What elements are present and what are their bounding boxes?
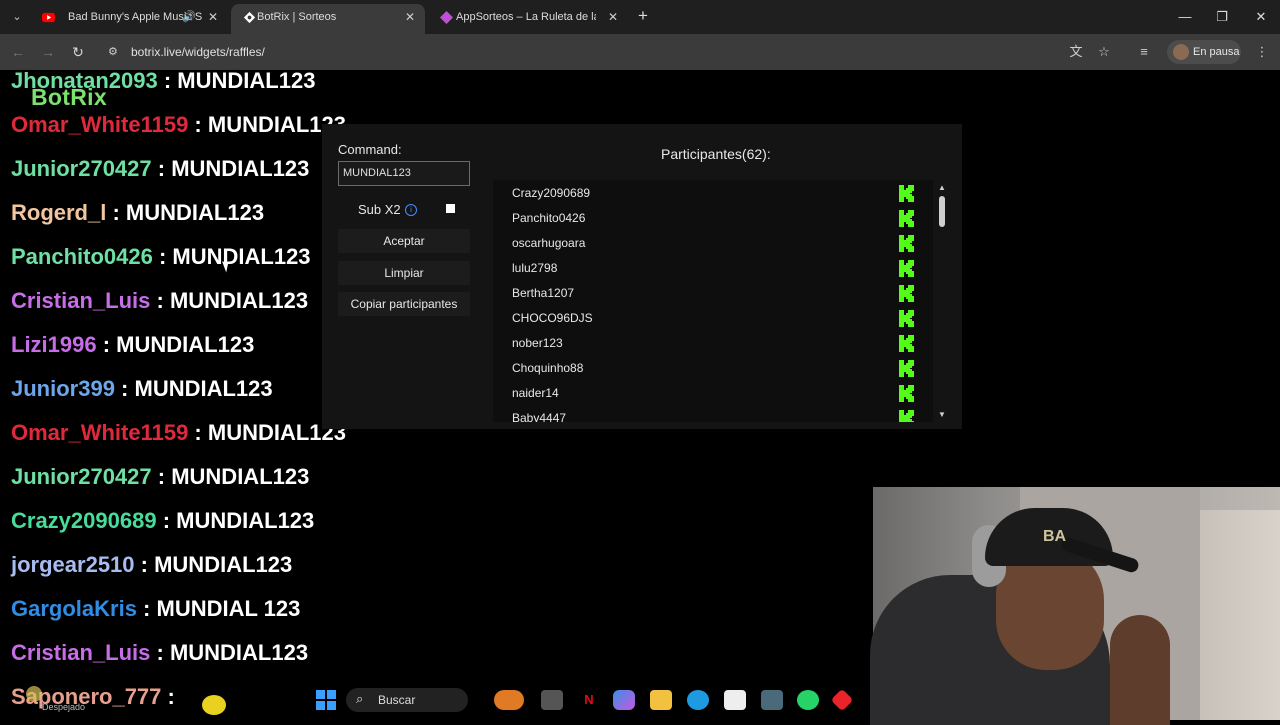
list-item: Choquinho88 bbox=[512, 361, 584, 375]
browser-toolbar: ← → ↻ ⚙ botrix.live/widgets/raffles/ 文 ☆… bbox=[0, 34, 1280, 70]
appsorteos-icon bbox=[440, 11, 453, 24]
whatsapp-icon[interactable] bbox=[797, 690, 819, 710]
kick-icon bbox=[899, 335, 914, 352]
weather-text: Despejado bbox=[42, 702, 86, 712]
list-item: CHOCO96DJS bbox=[512, 311, 593, 325]
kick-icon bbox=[899, 385, 914, 402]
sub-x2-checkbox[interactable] bbox=[446, 204, 455, 213]
chat-line: GargolaKris : MUNDIAL 123 bbox=[11, 596, 301, 621]
info-icon[interactable]: i bbox=[405, 204, 417, 216]
avatar bbox=[1173, 44, 1189, 60]
list-item: naider14 bbox=[512, 386, 559, 400]
tab-title: AppSorteos – La Ruleta de la S bbox=[456, 11, 596, 23]
kick-icon bbox=[899, 235, 914, 252]
tab-bad-bunny[interactable]: Bad Bunny's Apple Music S 🔊 ✕ bbox=[30, 4, 228, 34]
list-item: oscarhugoara bbox=[512, 236, 586, 250]
netflix-icon[interactable]: N bbox=[578, 690, 600, 710]
cap-logo: BA bbox=[1043, 528, 1067, 545]
minimize-button[interactable]: — bbox=[1172, 6, 1198, 28]
command-input[interactable]: MUNDIAL123 bbox=[338, 161, 470, 186]
tab-search-menu[interactable]: ⌄ bbox=[6, 7, 28, 27]
taskbar-search[interactable]: ⌕ Buscar bbox=[346, 688, 468, 712]
list-item: Panchito0426 bbox=[512, 211, 586, 225]
kick-icon bbox=[899, 310, 914, 327]
scroll-thumb[interactable] bbox=[939, 196, 945, 227]
task-view-icon[interactable] bbox=[541, 690, 563, 710]
botrix-icon bbox=[243, 11, 256, 24]
back-icon[interactable]: ← bbox=[8, 42, 28, 62]
bookmark-star-icon[interactable]: ☆ bbox=[1094, 43, 1114, 61]
tab-title: BotRix | Sorteos bbox=[257, 11, 337, 23]
weather-icon[interactable] bbox=[26, 686, 42, 702]
scroll-up-icon[interactable]: ▲ bbox=[938, 183, 946, 192]
chat-line: Panchito0426 : MUNDIAL123 bbox=[11, 244, 311, 269]
list-item: nober123 bbox=[512, 336, 563, 350]
accept-button[interactable]: Aceptar bbox=[338, 229, 470, 253]
tab-strip: ⌄ Bad Bunny's Apple Music S 🔊 ✕ BotRix |… bbox=[0, 0, 1280, 34]
pizza-icon[interactable] bbox=[494, 690, 524, 710]
reading-list-icon[interactable]: ≡ bbox=[1134, 43, 1154, 61]
chat-line: Junior270427 : MUNDIAL123 bbox=[11, 156, 310, 181]
chat-line: Junior399 : MUNDIAL123 bbox=[11, 376, 273, 401]
kick-icon bbox=[899, 260, 914, 277]
app-red-icon[interactable] bbox=[830, 688, 854, 712]
store-icon[interactable] bbox=[724, 690, 746, 710]
kick-icon bbox=[899, 185, 914, 202]
youtube-icon bbox=[42, 12, 55, 23]
restore-button[interactable]: ❐ bbox=[1209, 6, 1235, 28]
more-options-icon[interactable]: ⋮ bbox=[1252, 43, 1272, 61]
webcam-person-arm bbox=[1110, 615, 1170, 725]
profile-status: En pausa bbox=[1193, 46, 1240, 58]
tab-appsorteos[interactable]: AppSorteos – La Ruleta de la S ✕ bbox=[428, 4, 628, 34]
emoji-icon bbox=[202, 695, 226, 715]
profile-button[interactable]: En pausa bbox=[1167, 40, 1241, 64]
search-placeholder: Buscar bbox=[378, 693, 416, 707]
kick-icon bbox=[899, 360, 914, 377]
scroll-down-icon[interactable]: ▼ bbox=[938, 410, 946, 419]
translate-icon[interactable]: 文 bbox=[1066, 43, 1086, 61]
reload-icon[interactable]: ↻ bbox=[68, 42, 88, 62]
botrix-logo: BotRix bbox=[31, 84, 107, 110]
close-window-button[interactable]: ✕ bbox=[1248, 6, 1274, 28]
close-tab-icon[interactable]: ✕ bbox=[208, 4, 218, 30]
kick-icon bbox=[899, 210, 914, 227]
site-info-icon[interactable]: ⚙ bbox=[108, 45, 118, 58]
list-item: Crazy2090689 bbox=[512, 186, 591, 200]
chat-line: Cristian_Luis : MUNDIAL123 bbox=[11, 288, 309, 313]
sub-x2-label: Sub X2 bbox=[358, 202, 401, 217]
copilot-icon[interactable] bbox=[613, 690, 635, 710]
file-explorer-icon[interactable] bbox=[650, 690, 672, 710]
kick-icon bbox=[899, 410, 914, 422]
chat-line: jorgear2510 : MUNDIAL123 bbox=[11, 552, 293, 577]
edge-icon[interactable] bbox=[687, 690, 709, 710]
clear-button[interactable]: Limpiar bbox=[338, 261, 470, 285]
close-tab-icon[interactable]: ✕ bbox=[608, 4, 618, 30]
webcam-door bbox=[1200, 510, 1280, 720]
chat-line: Lizi1996 : MUNDIAL123 bbox=[11, 332, 255, 357]
copy-participants-button[interactable]: Copiar participantes bbox=[338, 292, 470, 316]
close-tab-icon[interactable]: ✕ bbox=[405, 4, 415, 30]
app-icon[interactable] bbox=[761, 690, 783, 710]
list-item: Bertha1207 bbox=[512, 286, 575, 300]
windows-start-icon[interactable] bbox=[316, 690, 336, 710]
chat-line: Junior270427 : MUNDIAL123 bbox=[11, 464, 310, 489]
chat-line: Omar_White1159 : MUNDIAL123 bbox=[11, 420, 347, 445]
list-item: lulu2798 bbox=[512, 261, 558, 275]
list-item: Baby4447 bbox=[512, 411, 567, 422]
speaker-icon[interactable]: 🔊 bbox=[182, 4, 196, 30]
kick-icon bbox=[899, 285, 914, 302]
search-icon: ⌕ bbox=[356, 691, 364, 706]
tab-botrix-sorteos[interactable]: BotRix | Sorteos ✕ bbox=[231, 4, 425, 34]
command-label: Command: bbox=[338, 142, 402, 157]
participants-title: Participantes(62): bbox=[661, 146, 771, 162]
new-tab-button[interactable]: + bbox=[633, 6, 653, 26]
address-bar[interactable]: botrix.live/widgets/raffles/ bbox=[131, 45, 265, 59]
participants-list[interactable]: Crazy2090689 Panchito0426 oscarhugoara l… bbox=[493, 180, 933, 422]
chat-line: Omar_White1159 : MUNDIAL123 bbox=[11, 112, 347, 137]
forward-icon[interactable]: → bbox=[38, 42, 58, 62]
chat-line: Cristian_Luis : MUNDIAL123 bbox=[11, 640, 309, 665]
chat-line: Rogerd_l : MUNDIAL123 bbox=[11, 200, 265, 225]
chat-line: Crazy2090689 : MUNDIAL123 bbox=[11, 508, 315, 533]
